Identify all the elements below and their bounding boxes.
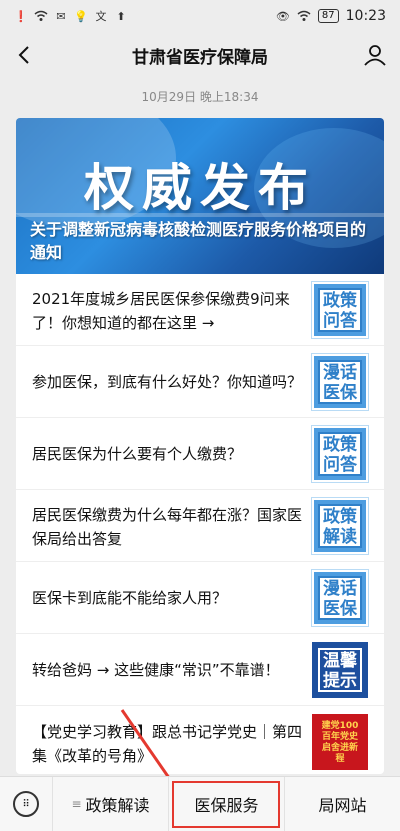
- banner-headline: 关于调整新冠病毒核酸检测医疗服务价格项目的通知: [30, 220, 367, 262]
- back-icon[interactable]: [12, 42, 38, 68]
- menu-bureau-website[interactable]: 局网站: [284, 776, 400, 831]
- list-item[interactable]: 2021年度城乡居民医保参保缴费9问来了！你想知道的都在这里 → 政策问答: [16, 274, 384, 346]
- menu-policy-interpretation[interactable]: ≡ 政策解读: [52, 776, 168, 831]
- message-timestamp: 10月29日 晚上18:34: [141, 90, 259, 104]
- status-bar: ❗ ✉ 💡 文 ⬆ 👁 87 10:23: [0, 0, 400, 32]
- list-item-title: 2021年度城乡居民医保参保缴费9问来了！你想知道的都在这里 →: [32, 290, 290, 332]
- list-item-title: 居民医保缴费为什么每年都在涨？国家医保局给出答复: [32, 506, 303, 548]
- list-item[interactable]: 居民医保缴费为什么每年都在涨？国家医保局给出答复 政策解读: [16, 490, 384, 562]
- page-title: 甘肃省医疗保障局: [132, 47, 268, 68]
- list-item-title: 【党史学习教育】跟总书记学党史｜第四集《改革的号角》: [32, 723, 303, 765]
- upload-icon: ⬆: [116, 9, 126, 23]
- keyboard-toggle[interactable]: ⠿: [0, 777, 52, 831]
- list-item[interactable]: 【党史学习教育】跟总书记学党史｜第四集《改革的号角》 建党100 百年党史 启舍…: [16, 706, 384, 774]
- list-item[interactable]: 医保卡到底能不能给家人用？ 漫话医保: [16, 562, 384, 634]
- translate-icon: 文: [95, 10, 107, 23]
- bottom-menu-bar: ⠿ ≡ 政策解读 医保服务 局网站: [0, 776, 400, 831]
- thumbnail-party-history: 建党100 百年党史 启舍进新程: [312, 714, 368, 770]
- list-item[interactable]: 转给爸妈 → 这些健康“常识”不靠谱！ 温馨提示: [16, 634, 384, 706]
- menu-label: 局网站: [318, 796, 367, 815]
- list-item-title: 参加医保，到底有什么好处？你知道吗？: [32, 373, 303, 391]
- thumbnail-policy-qa: 政策问答: [311, 425, 369, 483]
- list-item-title: 转给爸妈 → 这些健康“常识”不靠谱！: [32, 661, 280, 679]
- thumbnail-warm-tips: 温馨提示: [312, 642, 368, 698]
- alert-icon: ❗: [14, 9, 28, 23]
- thumbnail-policy-interpretation: 政策解读: [311, 497, 369, 555]
- thumbnail-comic-insurance: 漫话医保: [311, 569, 369, 627]
- banner-big-text: 权威发布: [84, 159, 316, 217]
- profile-icon[interactable]: [362, 42, 388, 68]
- menu-label: 医保服务: [194, 796, 259, 815]
- list-item-title: 居民医保为什么要有个人缴费？: [32, 445, 243, 463]
- bulb-icon: 💡: [74, 9, 88, 23]
- clock: 10:23: [345, 8, 386, 24]
- menu-label: 政策解读: [85, 796, 150, 815]
- keyboard-icon: ⠿: [13, 791, 39, 817]
- article-card: 权威发布 关于调整新冠病毒核酸检测医疗服务价格项目的通知 2021年度城乡居民医…: [16, 118, 384, 774]
- app-header: 甘肃省医疗保障局: [0, 32, 400, 78]
- list-item-title: 医保卡到底能不能给家人用？: [32, 589, 228, 607]
- menu-lines-icon: ≡: [71, 797, 82, 811]
- thumbnail-comic-insurance: 漫话医保: [311, 353, 369, 411]
- wifi-icon: [34, 9, 48, 23]
- eye-icon: 👁: [275, 9, 290, 23]
- mail-icon: ✉: [56, 9, 66, 23]
- list-item[interactable]: 参加医保，到底有什么好处？你知道吗？ 漫话医保: [16, 346, 384, 418]
- battery-indicator: 87: [317, 9, 339, 23]
- thumbnail-policy-qa: 政策问答: [311, 281, 369, 339]
- signal-icon: [297, 9, 311, 23]
- menu-insurance-service[interactable]: 医保服务: [168, 776, 284, 831]
- list-item[interactable]: 居民医保为什么要有个人缴费？ 政策问答: [16, 418, 384, 490]
- feature-banner[interactable]: 权威发布 关于调整新冠病毒核酸检测医疗服务价格项目的通知: [16, 118, 384, 274]
